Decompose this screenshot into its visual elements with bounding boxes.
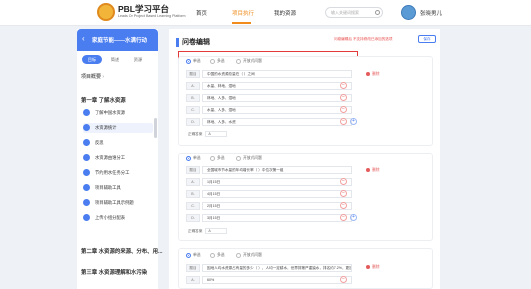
correct-answer-row: 正确答案 A (188, 228, 228, 234)
option-input[interactable]: 林地、人多、湿地 (202, 94, 352, 102)
radio-single[interactable] (186, 156, 191, 161)
tool-icon (83, 184, 90, 191)
correct-answer-select[interactable]: A (205, 131, 228, 137)
option-input[interactable]: 4月15日 (202, 190, 352, 198)
back-chevron-icon[interactable]: ‹ (82, 34, 85, 43)
option-input[interactable]: 3月15日 (202, 214, 352, 222)
add-option-icon[interactable]: + (350, 214, 357, 221)
option-input[interactable]: 林地、人多、水资 (202, 118, 352, 126)
save-button[interactable]: 保存 (418, 35, 436, 43)
radio-single[interactable] (186, 59, 191, 64)
tab-goal[interactable]: 目标 (82, 55, 102, 64)
remove-option-icon[interactable]: − (340, 106, 347, 113)
search-icon[interactable] (375, 10, 380, 15)
upload-icon (83, 214, 90, 221)
add-option-icon[interactable]: + (350, 118, 357, 125)
radio-multiple[interactable] (210, 59, 215, 64)
remove-option-icon[interactable]: − (340, 82, 347, 89)
radio-open[interactable] (236, 59, 241, 64)
radio-open[interactable] (236, 156, 241, 161)
option-input[interactable]: 水量、人多、湿地 (202, 106, 352, 114)
delete-icon (366, 265, 370, 269)
sidebar-title: 家庭节能——水满行动 (92, 38, 148, 44)
question-stem-input[interactable]: 中国的水资源总量在（ ）之间 (202, 70, 352, 78)
option-input[interactable]: 60% (202, 276, 352, 284)
delete-question-button[interactable]: 删除 (366, 265, 380, 270)
nav-home[interactable]: 首页 (196, 9, 207, 17)
page-title: 问卷编辑 (182, 39, 210, 46)
option-input[interactable]: 水量、林地、湿地 (202, 82, 352, 90)
video-icon (83, 124, 90, 131)
tab-summary[interactable]: 简述 (105, 55, 125, 64)
sidebar-chapter-3[interactable]: 第三章 水资源理解和水污染 (81, 268, 147, 276)
question-stem-input[interactable]: 因地人均水资源占有量的多少（ ），人均一定耕水，世界排第严重缺水，排名约7.2%… (202, 264, 352, 272)
sidebar-chapter-2[interactable]: 第二章 水资源的来源、分布、用... (81, 247, 162, 255)
remove-option-icon[interactable]: − (340, 190, 347, 197)
nav-my-resources[interactable]: 我的资源 (274, 9, 296, 17)
tool-icon (83, 199, 90, 206)
correct-answer-row: 正确答案 A (188, 131, 228, 137)
remove-option-icon[interactable]: − (340, 118, 347, 125)
avatar[interactable] (401, 5, 416, 20)
delete-icon (366, 72, 370, 76)
delete-icon (366, 168, 370, 172)
sidebar-scrollbar[interactable] (154, 118, 157, 138)
correct-answer-select[interactable]: A (205, 228, 228, 234)
option-input[interactable]: 2月15日 (202, 202, 352, 210)
remove-option-icon[interactable]: − (340, 178, 347, 185)
delete-question-button[interactable]: 删除 (366, 72, 380, 77)
radio-multiple[interactable] (210, 156, 215, 161)
task-icon (83, 154, 90, 161)
task-icon (83, 139, 90, 146)
app-subtitle: Leads Or Project Based Learning Platform (118, 14, 186, 18)
top-header (0, 0, 531, 26)
radio-open[interactable] (236, 253, 241, 258)
sidebar-project-overview[interactable]: 项目概要 › (81, 73, 104, 80)
task-icon (83, 169, 90, 176)
sidebar-chapter-1[interactable]: 第一章 了解水资源 (81, 96, 126, 104)
nav-project-execution[interactable]: 项目执行 (232, 9, 254, 17)
radio-multiple[interactable] (210, 253, 215, 258)
tab-resources[interactable]: 资源 (128, 55, 148, 64)
nav-active-underline (232, 22, 251, 24)
edit-hint: 问卷编辑后 不支持修改已添加的选项 (334, 37, 393, 41)
title-accent-bar (176, 38, 179, 47)
logo-icon (97, 3, 115, 21)
user-name[interactable]: 张晓男儿 (420, 9, 442, 17)
question-stem-input[interactable]: 全国城市节水量的年均增长率（ ）中位次第一组 (202, 166, 352, 174)
radio-single[interactable] (186, 253, 191, 258)
remove-option-icon[interactable]: − (340, 202, 347, 209)
option-input[interactable]: 1月15日 (202, 178, 352, 186)
remove-option-icon[interactable]: − (340, 276, 347, 283)
delete-question-button[interactable]: 删除 (366, 168, 380, 173)
remove-option-icon[interactable]: − (340, 94, 347, 101)
remove-option-icon[interactable]: − (340, 214, 347, 221)
video-icon (83, 109, 90, 116)
sidebar-item[interactable]: 水资源统计 (83, 123, 153, 133)
